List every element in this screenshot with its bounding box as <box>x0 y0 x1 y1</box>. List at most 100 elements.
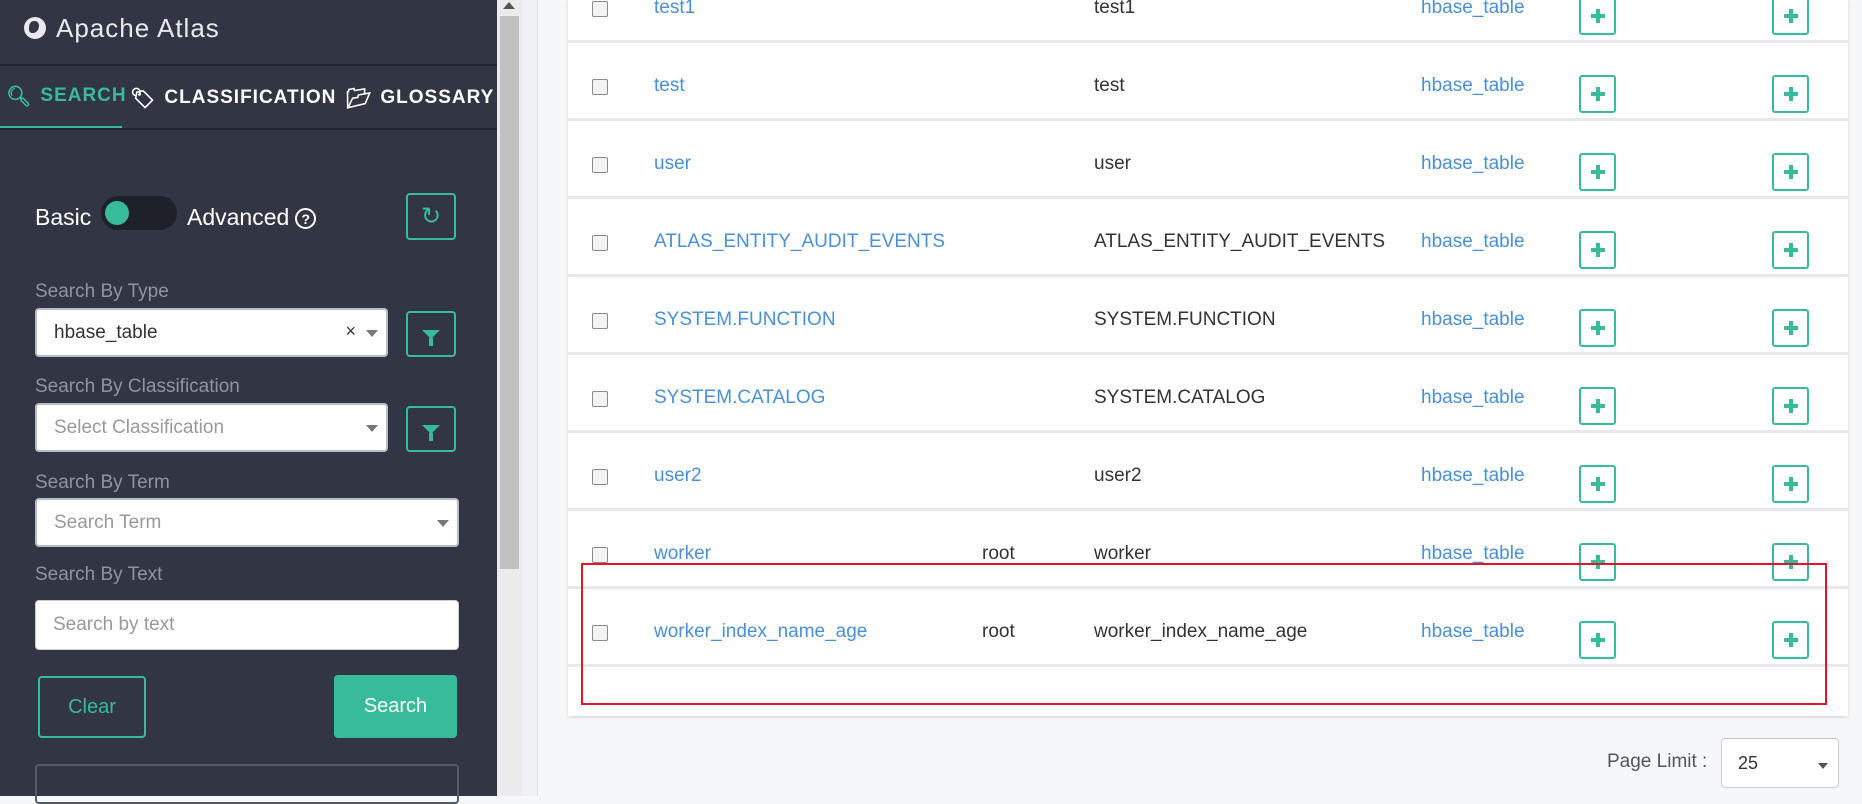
row-checkbox[interactable] <box>592 313 608 329</box>
row-checkbox[interactable] <box>592 625 608 641</box>
tab-search-label: SEARCH <box>40 85 127 106</box>
entity-name-link[interactable]: test1 <box>654 0 695 19</box>
classification-select[interactable]: Select Classification <box>35 403 388 452</box>
scrollbar-thumb[interactable] <box>500 16 519 569</box>
add-classification-button[interactable] <box>1579 0 1616 35</box>
table-row: ATLAS_ENTITY_AUDIT_EVENTS ATLAS_ENTITY_AU… <box>568 202 1848 277</box>
page-limit-label: Page Limit : <box>1607 751 1708 772</box>
add-term-button[interactable] <box>1772 153 1809 191</box>
add-classification-button[interactable] <box>1579 153 1616 191</box>
tab-classification-label: CLASSIFICATION <box>164 87 337 108</box>
basic-advanced-switch[interactable] <box>101 196 177 230</box>
entity-name-link[interactable]: worker <box>654 543 711 565</box>
qualified-name-cell: worker <box>1094 543 1152 564</box>
search-button[interactable]: Search <box>334 675 457 738</box>
qualified-name-cell: worker_index_name_age <box>1094 621 1308 642</box>
add-term-button[interactable] <box>1772 75 1809 113</box>
type-link[interactable]: hbase_table <box>1421 309 1525 331</box>
app-logo[interactable]: Apache Atlas <box>24 10 220 46</box>
add-term-button[interactable] <box>1772 309 1809 347</box>
switch-knob <box>105 201 129 225</box>
chevron-down-icon <box>366 330 378 337</box>
type-link[interactable]: hbase_table <box>1421 621 1525 643</box>
add-classification-button[interactable] <box>1579 387 1616 425</box>
type-link[interactable]: hbase_table <box>1421 153 1525 175</box>
type-link[interactable]: hbase_table <box>1421 387 1525 409</box>
add-classification-button[interactable] <box>1579 75 1616 113</box>
add-classification-button[interactable] <box>1579 621 1616 659</box>
row-checkbox[interactable] <box>592 1 608 17</box>
add-classification-button[interactable] <box>1579 309 1616 347</box>
add-term-button[interactable] <box>1772 0 1809 35</box>
page-limit-select[interactable]: 25 <box>1721 738 1839 788</box>
type-filter-button[interactable] <box>406 311 456 357</box>
tab-search[interactable]: 🔍︎ SEARCH <box>0 66 126 130</box>
resize-gutter <box>522 0 538 796</box>
add-term-button[interactable] <box>1772 621 1809 659</box>
entity-name-link[interactable]: user2 <box>654 465 702 487</box>
type-link[interactable]: hbase_table <box>1421 75 1525 97</box>
table-row: worker_index_name_age root worker_index_na… <box>568 592 1848 667</box>
refresh-button[interactable]: ↻ <box>406 193 456 240</box>
table-row: user user hbase_table <box>568 124 1848 199</box>
entity-name-link[interactable]: worker_index_name_age <box>654 621 867 643</box>
type-link[interactable]: hbase_table <box>1421 465 1525 487</box>
entity-name-link[interactable]: user <box>654 153 691 175</box>
search-text-placeholder: Search by text <box>53 614 175 635</box>
table-row: SYSTEM.CATALOG SYSTEM.CATALOG hbase_table <box>568 358 1848 433</box>
sidebar-scrollbar[interactable] <box>497 0 522 796</box>
owner-cell: root <box>982 621 1015 642</box>
add-classification-button[interactable] <box>1579 231 1616 269</box>
chevron-down-icon <box>437 520 449 527</box>
chevron-down-icon <box>366 425 378 432</box>
add-term-button[interactable] <box>1772 543 1809 581</box>
type-select[interactable]: hbase_table × <box>35 308 388 357</box>
clear-selection-icon[interactable]: × <box>345 321 356 342</box>
entity-name-link[interactable]: SYSTEM.CATALOG <box>654 387 825 409</box>
clear-button[interactable]: Clear <box>38 676 146 738</box>
search-by-classification-label: Search By Classification <box>35 376 240 397</box>
table-row: user2 user2 hbase_table <box>568 436 1848 511</box>
qualified-name-cell: test1 <box>1094 0 1136 18</box>
classification-filter-button[interactable] <box>406 406 456 452</box>
add-term-button[interactable] <box>1772 231 1809 269</box>
add-term-button[interactable] <box>1772 465 1809 503</box>
type-link[interactable]: hbase_table <box>1421 543 1525 565</box>
results-table: test1 test1 hbase_table test test hbase_table… <box>568 0 1848 716</box>
scroll-up-arrow-icon[interactable] <box>503 2 515 9</box>
table-row: test test hbase_table <box>568 46 1848 121</box>
entity-name-link[interactable]: SYSTEM.FUNCTION <box>654 309 836 331</box>
qualified-name-cell: SYSTEM.CATALOG <box>1094 387 1266 408</box>
row-checkbox[interactable] <box>592 391 608 407</box>
add-classification-button[interactable] <box>1579 465 1616 503</box>
entity-name-link[interactable]: ATLAS_ENTITY_AUDIT_EVENTS <box>654 231 945 253</box>
tab-glossary[interactable]: 📂︎ GLOSSARY <box>336 66 497 130</box>
qualified-name-cell: SYSTEM.FUNCTION <box>1094 309 1276 330</box>
folder-open-icon: 📂︎ <box>346 87 373 110</box>
tab-classification[interactable]: 🏷︎ CLASSIFICATION <box>122 66 336 130</box>
page-limit-value: 25 <box>1738 752 1759 773</box>
search-text-input[interactable]: Search by text <box>35 600 459 650</box>
advanced-label: Advanced? <box>187 204 317 231</box>
row-checkbox[interactable] <box>592 79 608 95</box>
divider <box>0 128 497 130</box>
type-link[interactable]: hbase_table <box>1421 231 1525 253</box>
row-checkbox[interactable] <box>592 547 608 563</box>
qualified-name-cell: ATLAS_ENTITY_AUDIT_EVENTS <box>1094 231 1386 252</box>
qualified-name-cell: test <box>1094 75 1125 96</box>
type-select-value: hbase_table <box>54 321 158 343</box>
add-classification-button[interactable] <box>1579 543 1616 581</box>
basic-label: Basic <box>35 204 92 230</box>
qualified-name-cell: user <box>1094 153 1131 174</box>
owner-cell: root <box>982 543 1015 564</box>
help-icon[interactable]: ? <box>295 208 317 230</box>
filter-icon <box>422 329 440 346</box>
add-term-button[interactable] <box>1772 387 1809 425</box>
row-checkbox[interactable] <box>592 235 608 251</box>
entity-name-link[interactable]: test <box>654 75 685 97</box>
type-link[interactable]: hbase_table <box>1421 0 1525 19</box>
search-by-text-label: Search By Text <box>35 564 163 585</box>
term-select[interactable]: Search Term <box>35 498 459 547</box>
row-checkbox[interactable] <box>592 469 608 485</box>
row-checkbox[interactable] <box>592 157 608 173</box>
